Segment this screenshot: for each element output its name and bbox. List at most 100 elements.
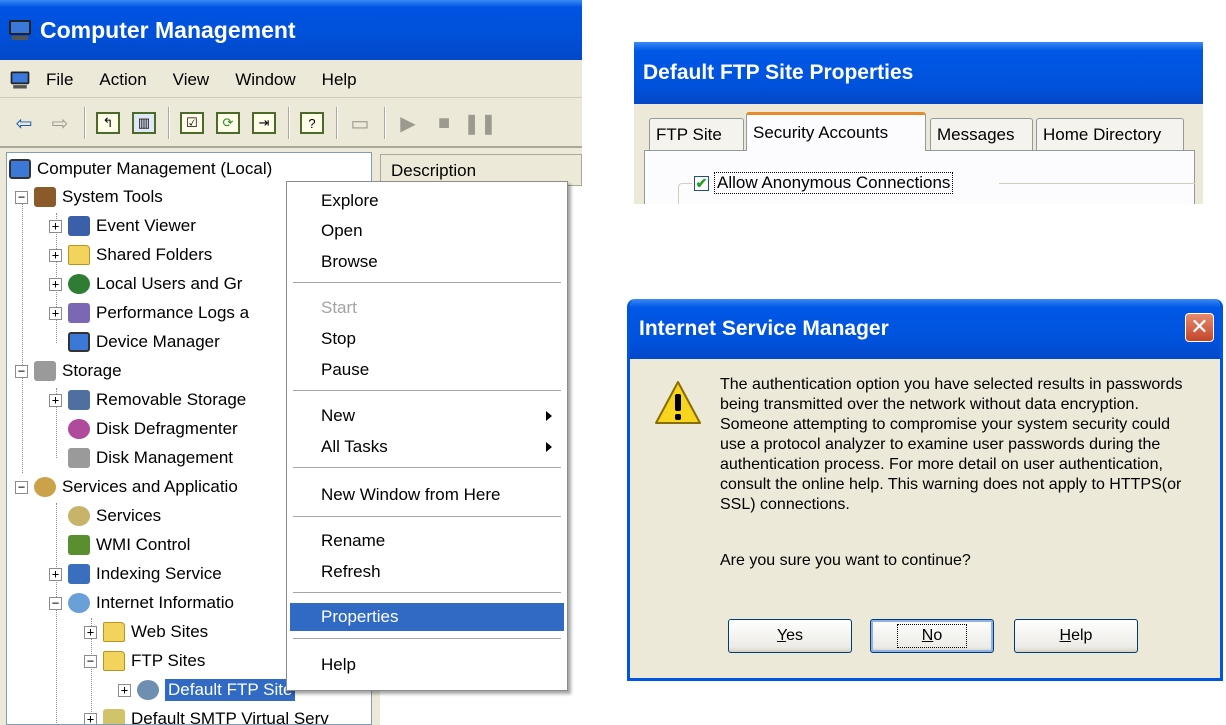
up-folder-icon[interactable]: ↰	[94, 109, 122, 137]
tree-item-event-viewer[interactable]: + Event Viewer	[49, 212, 196, 240]
pause-icon[interactable]: ❚❚	[463, 109, 497, 137]
menu-separator	[293, 592, 561, 593]
tree-item-performance-logs[interactable]: + Performance Logs a	[49, 299, 249, 327]
tree-item-wmi-control[interactable]: WMI Control	[68, 531, 190, 559]
tree-item-label: System Tools	[62, 187, 163, 206]
toolbar-separator	[336, 107, 338, 139]
tree-item-root[interactable]: Computer Management (Local)	[9, 155, 272, 183]
menu-action[interactable]: Action	[99, 70, 146, 90]
help-mnemonic: H	[1059, 627, 1072, 644]
tree-item-label: Default FTP Site	[165, 679, 296, 701]
ftp-site-icon	[137, 680, 159, 700]
tree-item-services[interactable]: Services	[68, 502, 161, 530]
tree-item-label: Disk Management	[96, 448, 234, 467]
tree-item-label: Web Sites	[131, 622, 209, 641]
expand-icon[interactable]: +	[49, 277, 62, 291]
tree-item-services-and-applications[interactable]: − Services and Applicatio	[15, 473, 238, 501]
submenu-arrow-icon	[546, 411, 552, 421]
iis-icon	[68, 593, 90, 613]
collapse-icon[interactable]: −	[15, 364, 28, 378]
tree-item-disk-management[interactable]: Disk Management	[68, 444, 233, 472]
ftp-properties-title-bar[interactable]: Default FTP Site Properties	[634, 42, 1203, 104]
toolbar: ⇦ ⇨ ↰ ▥ ☑ ⟳ ⇥ ? ▭ ▶ ■ ❚❚	[0, 100, 582, 148]
allow-anonymous-checkbox[interactable]: ✔	[694, 175, 709, 191]
removable-storage-icon	[68, 390, 90, 410]
tab-messages[interactable]: Messages	[930, 118, 1033, 150]
context-menu-browse[interactable]: Browse	[290, 248, 564, 276]
context-menu-new-window[interactable]: New Window from Here	[290, 481, 564, 509]
tree-item-removable-storage[interactable]: + Removable Storage	[49, 386, 246, 414]
tab-home-directory[interactable]: Home Directory	[1036, 118, 1184, 150]
context-menu-help[interactable]: Help	[290, 651, 564, 679]
back-arrow-icon[interactable]: ⇦	[10, 109, 38, 137]
forward-arrow-icon[interactable]: ⇨	[46, 109, 74, 137]
context-menu-properties[interactable]: Properties	[290, 603, 564, 631]
tree-item-label: WMI Control	[96, 535, 191, 554]
yes-button[interactable]: Yes	[728, 619, 852, 653]
export-list-icon[interactable]: ⇥	[250, 109, 278, 137]
start-icon[interactable]: ▶	[394, 109, 422, 137]
tree-item-default-smtp[interactable]: + Default SMTP Virtual Serv	[84, 705, 329, 724]
expand-icon[interactable]: +	[49, 248, 62, 262]
computer-icon	[9, 159, 31, 179]
expand-icon[interactable]: +	[118, 683, 131, 697]
tree-item-shared-folders[interactable]: + Shared Folders	[49, 241, 212, 269]
collapse-icon[interactable]: −	[15, 190, 28, 204]
tree-item-ftp-sites[interactable]: − FTP Sites	[84, 647, 205, 675]
performance-logs-icon	[68, 303, 90, 323]
tree-item-disk-defragmenter[interactable]: Disk Defragmenter	[68, 415, 238, 443]
context-menu-explore[interactable]: Explore	[290, 187, 564, 215]
tree-item-label: Indexing Service	[96, 564, 222, 583]
no-button[interactable]: No	[870, 619, 994, 653]
collapse-icon[interactable]: −	[15, 480, 28, 494]
menu-view[interactable]: View	[173, 70, 210, 90]
tree-item-device-manager[interactable]: Device Manager	[68, 328, 220, 356]
context-menu-rename[interactable]: Rename	[290, 527, 564, 555]
stop-icon[interactable]: ■	[430, 109, 458, 137]
folder-icon	[103, 622, 125, 642]
tree-item-default-ftp-site[interactable]: + Default FTP Site	[118, 676, 296, 704]
tree-item-system-tools[interactable]: − System Tools	[15, 183, 163, 211]
expand-icon[interactable]: +	[84, 712, 97, 724]
tree-item-label: Device Manager	[96, 332, 220, 351]
expand-icon[interactable]: +	[49, 393, 62, 407]
tab-ftp-site[interactable]: FTP Site	[649, 118, 744, 150]
tree-item-iis[interactable]: − Internet Informatio	[49, 589, 234, 617]
system-menu-icon[interactable]	[10, 70, 30, 89]
close-button[interactable]: ✕	[1185, 313, 1214, 342]
tree-item-web-sites[interactable]: + Web Sites	[84, 618, 208, 646]
tree-item-local-users[interactable]: + Local Users and Gr	[49, 270, 242, 298]
context-menu-open[interactable]: Open	[290, 217, 564, 245]
help-icon[interactable]: ?	[298, 109, 326, 137]
computer-management-title-bar[interactable]: Computer Management	[0, 0, 582, 60]
tree-item-label: Removable Storage	[96, 390, 247, 409]
tree-item-indexing-service[interactable]: + Indexing Service	[49, 560, 222, 588]
help-button[interactable]: Help	[1014, 619, 1138, 653]
context-menu-pause[interactable]: Pause	[290, 356, 564, 384]
expand-icon[interactable]: +	[49, 306, 62, 320]
collapse-icon[interactable]: −	[49, 596, 62, 610]
connect-computer-icon[interactable]: ▭	[346, 109, 374, 137]
expand-icon[interactable]: +	[49, 567, 62, 581]
context-menu-new[interactable]: New	[290, 402, 564, 430]
menu-window[interactable]: Window	[235, 70, 295, 90]
tree-item-label: Event Viewer	[96, 216, 196, 235]
ism-title-bar[interactable]: Internet Service Manager	[630, 299, 1220, 359]
menu-help[interactable]: Help	[322, 70, 357, 90]
context-menu-stop[interactable]: Stop	[290, 325, 564, 353]
expand-icon[interactable]: +	[49, 219, 62, 233]
context-menu-refresh[interactable]: Refresh	[290, 558, 564, 586]
show-hide-tree-icon[interactable]: ▥	[130, 109, 158, 137]
allow-anonymous-checkbox-row[interactable]: ✔ Allow Anonymous Connections	[694, 172, 954, 194]
tree-item-label: Computer Management (Local)	[37, 159, 273, 178]
tree-line	[22, 193, 23, 473]
properties-icon[interactable]: ☑	[178, 109, 206, 137]
tab-security-accounts[interactable]: Security Accounts	[746, 112, 926, 151]
refresh-icon[interactable]: ⟳	[214, 109, 242, 137]
folder-icon	[103, 651, 125, 671]
collapse-icon[interactable]: −	[84, 654, 97, 668]
context-menu-all-tasks[interactable]: All Tasks	[290, 433, 564, 461]
menu-file[interactable]: File	[46, 70, 73, 90]
expand-icon[interactable]: +	[84, 625, 97, 639]
tree-item-storage[interactable]: − Storage	[15, 357, 122, 385]
